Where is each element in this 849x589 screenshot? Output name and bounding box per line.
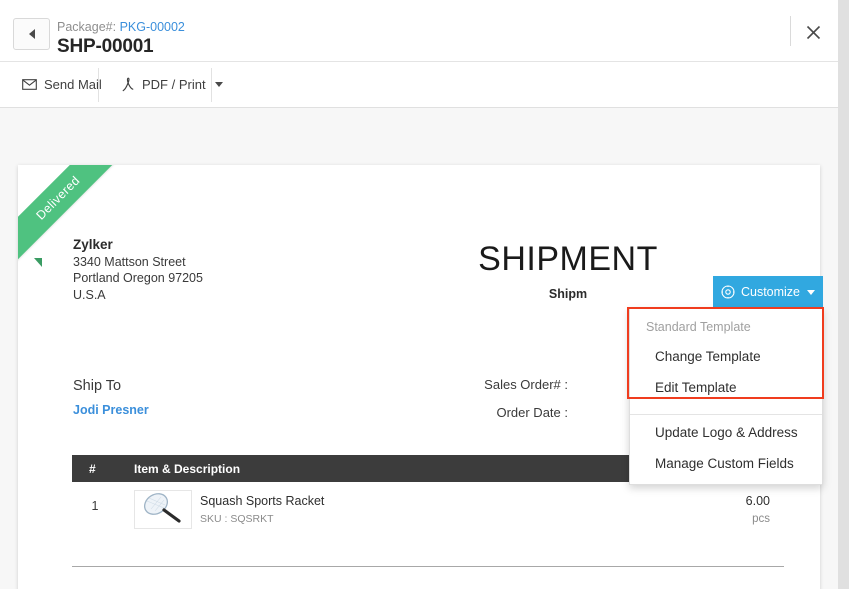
send-mail-label: Send Mail: [44, 77, 102, 92]
chevron-left-icon: [29, 29, 35, 39]
chevron-down-icon: [215, 82, 223, 87]
customize-label: Customize: [741, 285, 800, 299]
order-date-label: Order Date :: [388, 405, 568, 420]
ribbon-fold: [34, 258, 42, 267]
column-header-number: #: [89, 462, 96, 476]
company-name: Zylker: [73, 237, 203, 254]
item-sku: SKU : SQSRKT: [200, 513, 274, 525]
company-address-line-2: Portland Oregon 97205: [73, 270, 203, 287]
page-header: Package#: PKG-00002 SHP-00001: [0, 0, 838, 62]
menu-section-label: Standard Template: [630, 309, 822, 341]
item-quantity: 6.00: [746, 494, 770, 508]
pdf-print-label: PDF / Print: [142, 77, 206, 92]
header-divider: [790, 16, 791, 46]
ship-to-customer-link[interactable]: Jodi Presner: [73, 403, 149, 417]
racket-icon: [135, 491, 189, 526]
toolbar-separator-1: [98, 68, 99, 102]
close-icon: [806, 25, 821, 40]
item-thumbnail: [134, 490, 192, 529]
app-window: Package#: PKG-00002 SHP-00001 Send Mail: [0, 0, 849, 589]
action-toolbar: Send Mail PDF / Print: [0, 62, 838, 108]
menu-spacer: [630, 403, 822, 408]
page-title: SHP-00001: [57, 36, 153, 58]
toolbar-separator-2: [211, 68, 212, 102]
pdf-icon: [121, 77, 135, 92]
back-button[interactable]: [13, 18, 50, 50]
table-bottom-rule: [72, 566, 784, 567]
breadcrumb-package-link[interactable]: PKG-00002: [120, 20, 185, 34]
company-address-line-3: U.S.A: [73, 287, 203, 304]
company-block: Zylker 3340 Mattson Street Portland Oreg…: [73, 237, 203, 303]
row-number: 1: [87, 499, 103, 513]
document-canvas: Delivered Zylker 3340 Mattson Street Por…: [0, 108, 838, 589]
table-row: 1: [72, 482, 784, 539]
customize-dropdown-menu: Standard Template Change Template Edit T…: [629, 308, 823, 485]
page-scrollbar-track[interactable]: [838, 0, 849, 589]
customize-button[interactable]: Customize: [713, 276, 823, 308]
menu-item-change-template[interactable]: Change Template: [630, 341, 822, 372]
menu-separator: [630, 414, 822, 415]
column-header-item: Item & Description: [134, 462, 240, 476]
sales-order-label: Sales Order# :: [388, 377, 568, 392]
chevron-down-icon: [807, 290, 815, 295]
document-type-title: SHIPMENT: [358, 240, 778, 279]
send-mail-button[interactable]: Send Mail: [8, 62, 116, 107]
pdf-print-button[interactable]: PDF / Print: [107, 62, 237, 107]
breadcrumb: Package#: PKG-00002: [57, 20, 185, 34]
item-name: Squash Sports Racket: [200, 494, 324, 508]
item-unit: pcs: [752, 513, 770, 525]
company-address-line-1: 3340 Mattson Street: [73, 254, 203, 271]
menu-item-manage-custom-fields[interactable]: Manage Custom Fields: [630, 448, 822, 479]
menu-spacer-bottom: [630, 479, 822, 484]
menu-item-update-logo-address[interactable]: Update Logo & Address: [630, 417, 822, 448]
menu-item-edit-template[interactable]: Edit Template: [630, 372, 822, 403]
gear-icon: [721, 285, 735, 299]
close-button[interactable]: [797, 16, 829, 48]
ship-to-label: Ship To: [73, 378, 121, 394]
breadcrumb-label: Package#:: [57, 20, 116, 34]
envelope-icon: [22, 79, 37, 90]
